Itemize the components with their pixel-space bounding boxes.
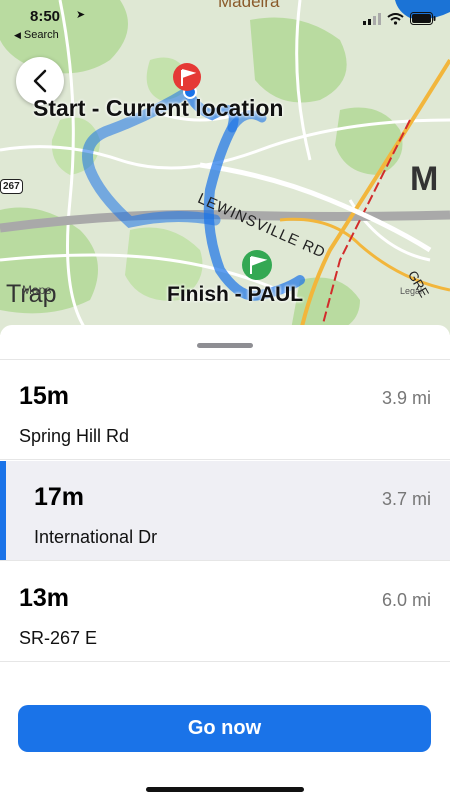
route-distance: 6.0 mi xyxy=(381,590,431,610)
divider xyxy=(0,661,450,662)
finish-label: Finish - PAUL xyxy=(167,283,304,306)
route-map[interactable]: 8:50 ➤ ◀ Search Madeira Start - Current … xyxy=(0,0,450,335)
route-distance: 3.7 mi xyxy=(381,489,431,509)
route-via: International Dr xyxy=(34,527,158,547)
chevron-left-icon xyxy=(33,69,47,93)
maps-attribution: Maps xyxy=(22,283,52,297)
route-duration: 13m xyxy=(19,584,70,612)
route-via: Spring Hill Rd xyxy=(19,426,130,446)
location-arrow-icon: ➤ xyxy=(76,9,86,21)
route-distance: 3.9 mi xyxy=(381,388,431,408)
wifi-icon xyxy=(387,12,404,25)
route-option-2[interactable]: 17m 3.7 mi International Dr xyxy=(0,461,450,561)
place-label-madeira: Madeira xyxy=(218,0,280,11)
back-app-label: Search xyxy=(23,29,59,41)
home-indicator[interactable] xyxy=(146,787,304,792)
finish-flag-icon xyxy=(242,250,272,280)
route-option-3[interactable]: 13m 6.0 mi SR-267 E xyxy=(0,562,450,662)
route-267-shield: 267 xyxy=(0,179,23,194)
sheet-grabber-handle[interactable] xyxy=(197,343,253,348)
place-label-m: M xyxy=(410,160,439,198)
status-time: 8:50 xyxy=(30,8,61,25)
back-triangle-icon: ◀ xyxy=(14,30,21,40)
battery-icon xyxy=(410,12,436,25)
cellular-signal-icon xyxy=(363,12,381,25)
back-to-app[interactable]: ◀ Search xyxy=(14,29,59,41)
divider xyxy=(0,560,450,561)
go-now-button[interactable]: Go now xyxy=(18,705,431,752)
start-label: Start - Current location xyxy=(33,95,284,121)
route-option-1[interactable]: 15m 3.9 mi Spring Hill Rd xyxy=(0,360,450,460)
route-duration: 15m xyxy=(19,382,70,410)
selected-indicator xyxy=(0,461,6,561)
route-via: SR-267 E xyxy=(19,628,98,648)
route-duration: 17m xyxy=(34,483,85,511)
divider xyxy=(0,459,450,460)
